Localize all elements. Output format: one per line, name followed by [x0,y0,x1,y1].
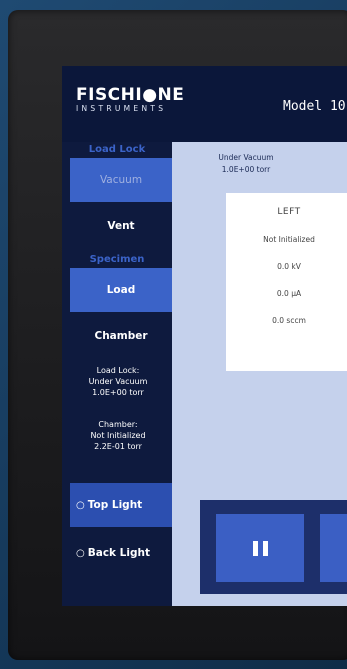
load-lock-status-title: Load Lock: [96,366,140,375]
left-card-voltage: 0.0 kV [277,262,301,271]
specimen-section-label: Specimen [89,254,145,265]
top-light-label: Top Light [87,499,143,511]
back-light-label: Back Light [87,547,150,559]
lightbulb-icon: ○ [76,499,85,511]
left-gun-card[interactable]: LEFT Not Initialized 0.0 kV 0.0 µA 0.0 s… [226,193,347,371]
left-card-title: LEFT [277,207,301,217]
fischione-logo: FISCHI●NE INSTRUMENTS [76,86,184,114]
load-lock-section-label: Load Lock [88,144,146,155]
main-panel: Under Vacuum 1.0E+00 torr LEFT Not Initi… [172,142,347,487]
header: FISCHI●NE INSTRUMENTS Model 10 [62,66,347,142]
logo-sub-text: INSTRUMENTS [76,104,167,113]
sidebar: Load Lock Vacuum Vent Specimen Load Cham… [62,142,172,606]
vacuum-pressure-text: 1.0E+00 torr [221,165,271,174]
back-light-button[interactable]: ○ Back Light [70,531,172,575]
vacuum-status: Under Vacuum 1.0E+00 torr [176,152,316,176]
load-lock-status-pressure: 1.0E+00 torr [92,388,144,397]
chamber-status-title: Chamber: [98,420,138,429]
pause-button[interactable] [216,514,304,582]
left-card-current: 0.0 µA [276,289,302,298]
control-bar [200,500,347,594]
left-card-status: Not Initialized [263,235,315,244]
model-title: Model 10 [283,99,346,114]
lightbulb-icon: ○ [76,547,85,559]
chamber-status: Chamber: Not Initialized 2.2E-01 torr [66,419,170,452]
chamber-status-state: Not Initialized [90,431,146,440]
chamber-button[interactable]: Chamber [70,314,172,358]
load-lock-status: Load Lock: Under Vacuum 1.0E+00 torr [66,365,170,398]
touch-screen: FISCHI●NE INSTRUMENTS Model 10 Load Lock… [62,66,347,606]
vacuum-state-text: Under Vacuum [218,153,274,162]
left-card-flow: 0.0 sccm [272,316,306,325]
secondary-control-button[interactable] [320,514,347,582]
load-lock-status-state: Under Vacuum [88,377,148,386]
pause-icon [252,540,268,556]
bottom-control-area [172,487,347,606]
load-button[interactable]: Load [70,268,172,312]
vent-button[interactable]: Vent [70,204,172,248]
logo-main-text: FISCHI●NE [76,85,185,105]
chamber-status-pressure: 2.2E-01 torr [94,442,142,451]
top-light-button[interactable]: ○ Top Light [70,483,172,527]
vacuum-button[interactable]: Vacuum [70,158,172,202]
